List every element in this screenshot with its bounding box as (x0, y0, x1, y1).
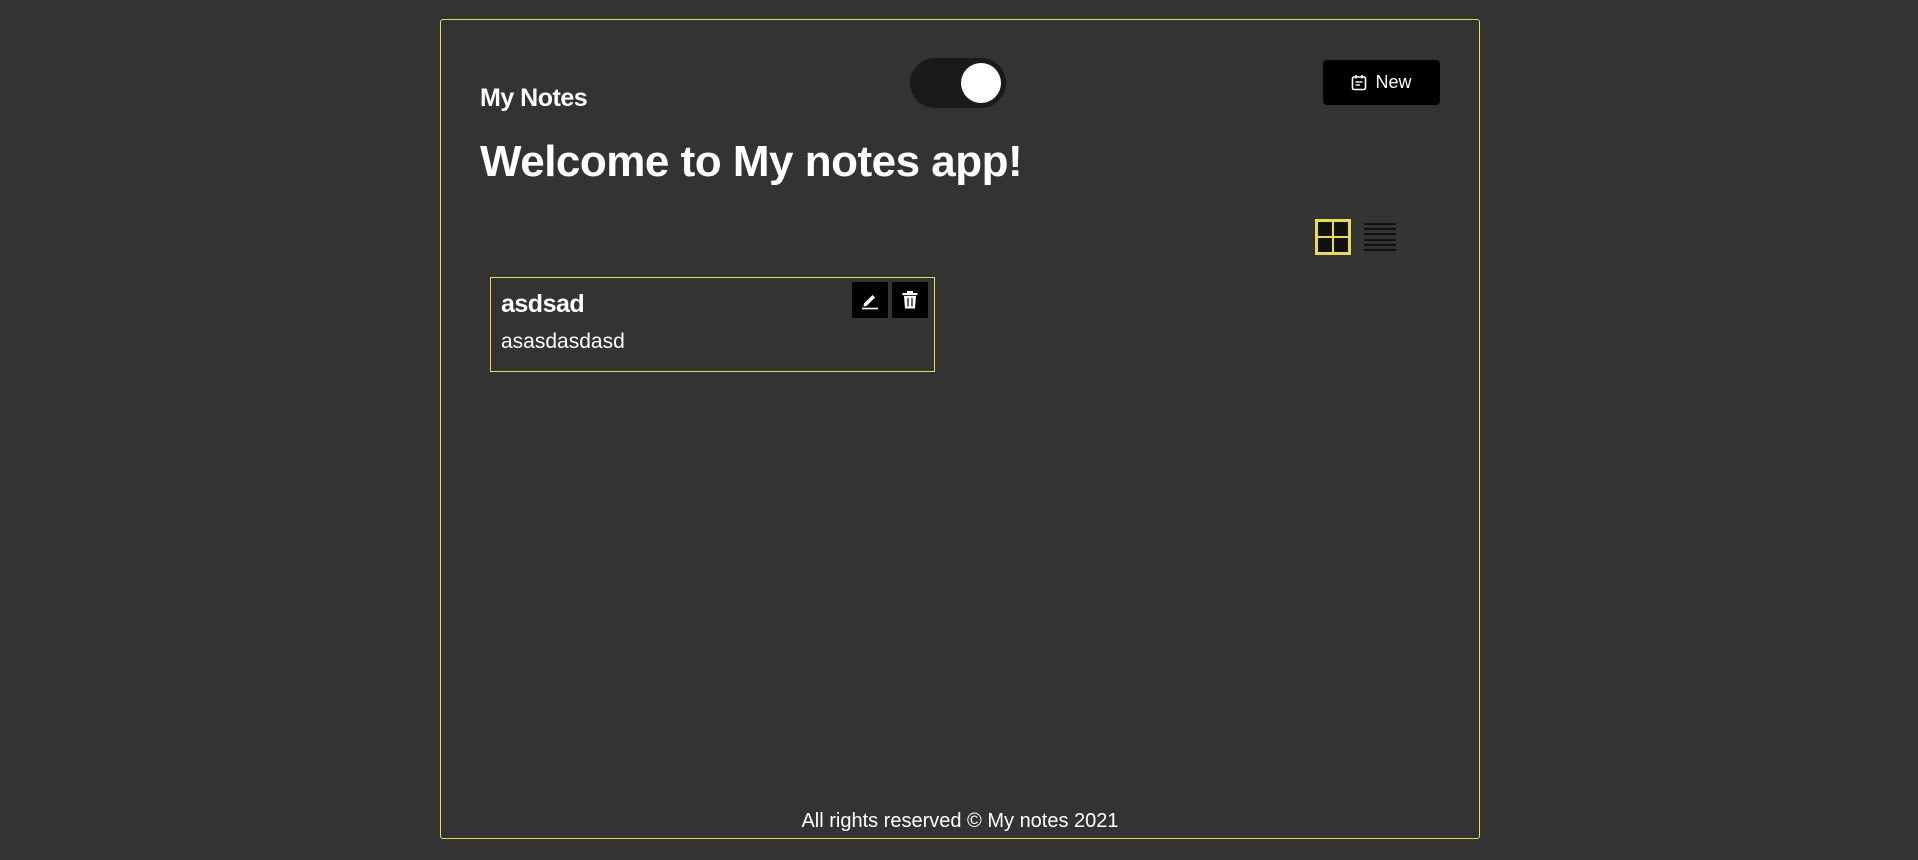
edit-note-button[interactable] (852, 282, 888, 318)
app-frame: My Notes New Welcome to My notes app! as… (440, 19, 1480, 839)
toggle-knob (961, 63, 1001, 103)
grid-view-icon[interactable] (1315, 219, 1351, 255)
brand-title: My Notes (480, 84, 588, 112)
page-title: Welcome to My notes app! (480, 137, 1023, 186)
trash-icon (902, 291, 918, 309)
new-note-button[interactable]: New (1323, 60, 1440, 105)
note-title: asdsad (501, 290, 585, 318)
footer-copyright: All rights reserved © My notes 2021 (801, 810, 1119, 832)
delete-note-button[interactable] (892, 282, 928, 318)
new-button-label: New (1375, 72, 1412, 92)
note-body: asasdasdasd (501, 330, 625, 353)
calendar-note-icon (1352, 75, 1367, 91)
theme-toggle[interactable] (910, 58, 1006, 108)
list-view-icon[interactable] (1364, 221, 1396, 253)
pencil-icon (862, 295, 878, 310)
note-card[interactable]: asdsad asasdasdasd (490, 277, 935, 372)
